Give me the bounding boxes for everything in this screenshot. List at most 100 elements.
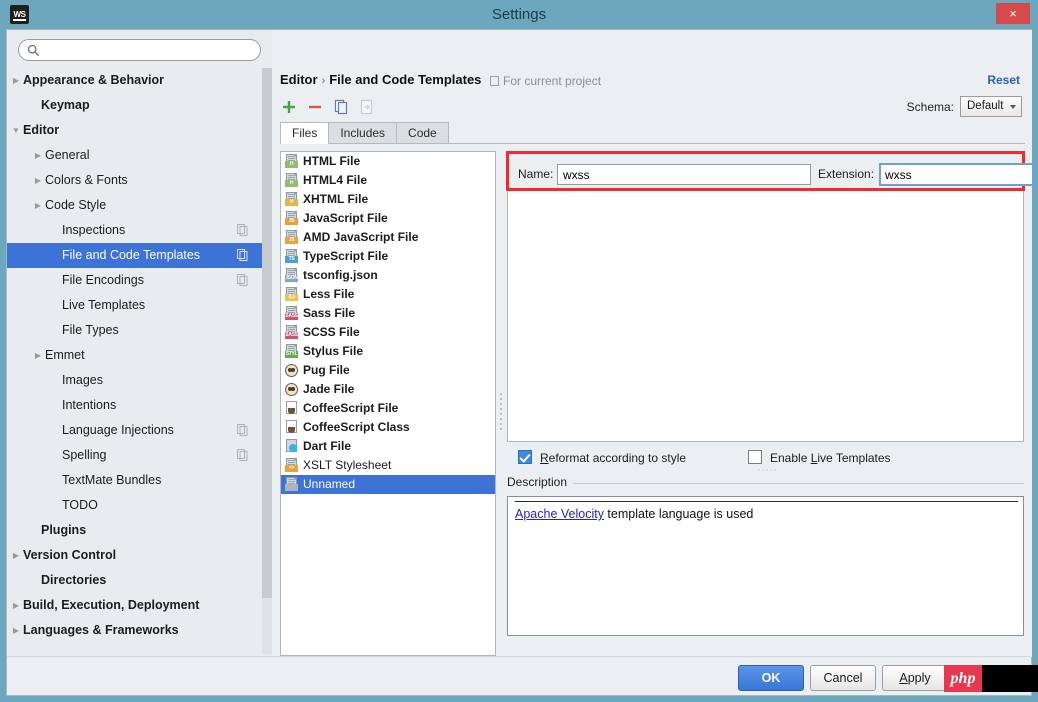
list-item[interactable]: HXHTML File (281, 190, 495, 209)
json-file-icon: JSON (285, 268, 298, 282)
copy-template-button[interactable] (330, 96, 352, 118)
sidebar-item-textmate-bundles[interactable]: TextMate Bundles (7, 468, 262, 493)
list-item[interactable]: STYLStylus File (281, 342, 495, 361)
apache-velocity-link[interactable]: Apache Velocity (515, 507, 604, 521)
sidebar-scrollbar-thumb[interactable] (262, 68, 272, 598)
sidebar-item-editor[interactable]: ▼Editor (7, 118, 262, 143)
sidebar-item-live-templates[interactable]: Live Templates (7, 293, 262, 318)
extension-input[interactable] (879, 163, 1034, 186)
cancel-button[interactable]: Cancel (810, 665, 876, 691)
settings-tree[interactable]: ▶Appearance & BehaviorKeymap▼Editor▶Gene… (7, 68, 262, 654)
sidebar-item-code-style[interactable]: ▶Code Style (7, 193, 262, 218)
xhtml-file-icon: H (285, 192, 298, 206)
chevron-right-icon[interactable]: ▶ (31, 193, 45, 218)
list-item[interactable]: CoffeeScript File (281, 399, 495, 418)
search-input[interactable] (45, 42, 254, 60)
reset-link[interactable]: Reset (987, 73, 1020, 87)
name-input[interactable] (557, 164, 811, 185)
list-item[interactable]: Jade File (281, 380, 495, 399)
list-item[interactable]: CoffeeScript Class (281, 418, 495, 437)
list-item[interactable]: JSJavaScript File (281, 209, 495, 228)
chevron-right-icon[interactable]: ▶ (9, 618, 23, 643)
sidebar-item-language-injections[interactable]: Language Injections (7, 418, 262, 443)
sidebar-item-label: Editor (23, 118, 59, 143)
ok-button[interactable]: OK (738, 665, 804, 691)
sidebar-item-languages-frameworks[interactable]: ▶Languages & Frameworks (7, 618, 262, 643)
chevron-down-icon[interactable]: ▼ (9, 118, 23, 143)
chevron-right-icon[interactable]: ▶ (31, 343, 45, 368)
list-item[interactable]: HHTML4 File (281, 171, 495, 190)
list-item-label: AMD JavaScript File (303, 230, 418, 244)
list-item[interactable]: <>XSLT Stylesheet (281, 456, 495, 475)
list-item-label: Sass File (303, 306, 355, 320)
search-field[interactable] (18, 39, 261, 61)
chevron-right-icon[interactable]: ▶ (9, 543, 23, 568)
sidebar-item-version-control[interactable]: ▶Version Control (7, 543, 262, 568)
list-item[interactable]: SASSSass File (281, 304, 495, 323)
list-item[interactable]: SASSSCSS File (281, 323, 495, 342)
apply-button[interactable]: Apply (882, 665, 948, 691)
dialog-footer: OK Cancel Apply Help (7, 656, 1031, 695)
sidebar-item-emmet[interactable]: ▶Emmet (7, 343, 262, 368)
list-item[interactable]: {L}Less File (281, 285, 495, 304)
chevron-right-icon[interactable]: ▶ (31, 168, 45, 193)
dart-file-icon (285, 439, 298, 453)
sidebar-item-keymap[interactable]: Keymap (7, 93, 262, 118)
tab-files[interactable]: Files (280, 122, 329, 144)
add-template-button[interactable] (278, 96, 300, 118)
sidebar-item-file-and-code-templates[interactable]: File and Code Templates (7, 243, 262, 268)
enable-live-templates-checkbox[interactable] (748, 450, 762, 464)
sidebar-item-colors-fonts[interactable]: ▶Colors & Fonts (7, 168, 262, 193)
sidebar-item-spelling[interactable]: Spelling (7, 443, 262, 468)
tab-includes[interactable]: Includes (328, 122, 397, 144)
project-scope-icon (237, 274, 248, 286)
settings-dialog: ▶Appearance & BehaviorKeymap▼Editor▶Gene… (6, 29, 1032, 696)
schema-select[interactable]: Default (960, 96, 1022, 117)
xslt-file-icon: <> (285, 458, 298, 472)
sidebar-item-appearance-behavior[interactable]: ▶Appearance & Behavior (7, 68, 262, 93)
list-item[interactable]: Pug File (281, 361, 495, 380)
list-item-label: CoffeeScript File (303, 401, 398, 415)
sidebar-item-directories[interactable]: Directories (7, 568, 262, 593)
search-icon (27, 44, 40, 57)
sidebar-item-file-encodings[interactable]: File Encodings (7, 268, 262, 293)
sidebar-item-label: File Types (62, 318, 119, 343)
chevron-right-icon[interactable]: ▶ (31, 143, 45, 168)
sidebar-item-inspections[interactable]: Inspections (7, 218, 262, 243)
sidebar-item-build-execution-deployment[interactable]: ▶Build, Execution, Deployment (7, 593, 262, 618)
sidebar-item-plugins[interactable]: Plugins (7, 518, 262, 543)
reformat-label[interactable]: Reformat according to style (540, 451, 686, 465)
close-icon[interactable]: × (996, 3, 1030, 24)
panel-resize-grip[interactable] (757, 468, 777, 472)
sidebar-item-images[interactable]: Images (7, 368, 262, 393)
list-item[interactable]: Dart File (281, 437, 495, 456)
sidebar-item-label: Emmet (45, 343, 85, 368)
templates-list[interactable]: HHTML FileHHTML4 FileHXHTML FileJSJavaSc… (280, 151, 496, 656)
list-item[interactable]: HHTML File (281, 152, 495, 171)
remove-template-button[interactable] (304, 96, 326, 118)
list-item[interactable]: Unnamed (281, 475, 495, 494)
breadcrumb-parent[interactable]: Editor (280, 72, 318, 87)
project-scope-icon (237, 424, 248, 436)
tab-code[interactable]: Code (396, 122, 449, 144)
project-scope-icon (237, 449, 248, 461)
list-item-label: Jade File (303, 382, 354, 396)
chevron-right-icon[interactable]: ▶ (9, 593, 23, 618)
description-topline (515, 501, 1018, 502)
list-item[interactable]: JSONtsconfig.json (281, 266, 495, 285)
chevron-right-icon[interactable]: ▶ (9, 68, 23, 93)
list-item[interactable]: JSAMD JavaScript File (281, 228, 495, 247)
sidebar-item-todo[interactable]: TODO (7, 493, 262, 518)
splitter-handle[interactable] (498, 390, 504, 440)
reformat-checkbox[interactable] (518, 450, 532, 464)
sidebar-item-intentions[interactable]: Intentions (7, 393, 262, 418)
sidebar-item-general[interactable]: ▶General (7, 143, 262, 168)
template-body-editor[interactable] (507, 191, 1024, 442)
list-item-label: Pug File (303, 363, 350, 377)
list-item[interactable]: TSTypeScript File (281, 247, 495, 266)
sidebar-item-file-types[interactable]: File Types (7, 318, 262, 343)
sidebar-item-label: Version Control (23, 543, 116, 568)
template-tabs[interactable]: FilesIncludesCode (280, 122, 448, 144)
enable-live-templates-label[interactable]: Enable Live Templates (770, 451, 891, 465)
project-scope-icon (237, 224, 248, 236)
